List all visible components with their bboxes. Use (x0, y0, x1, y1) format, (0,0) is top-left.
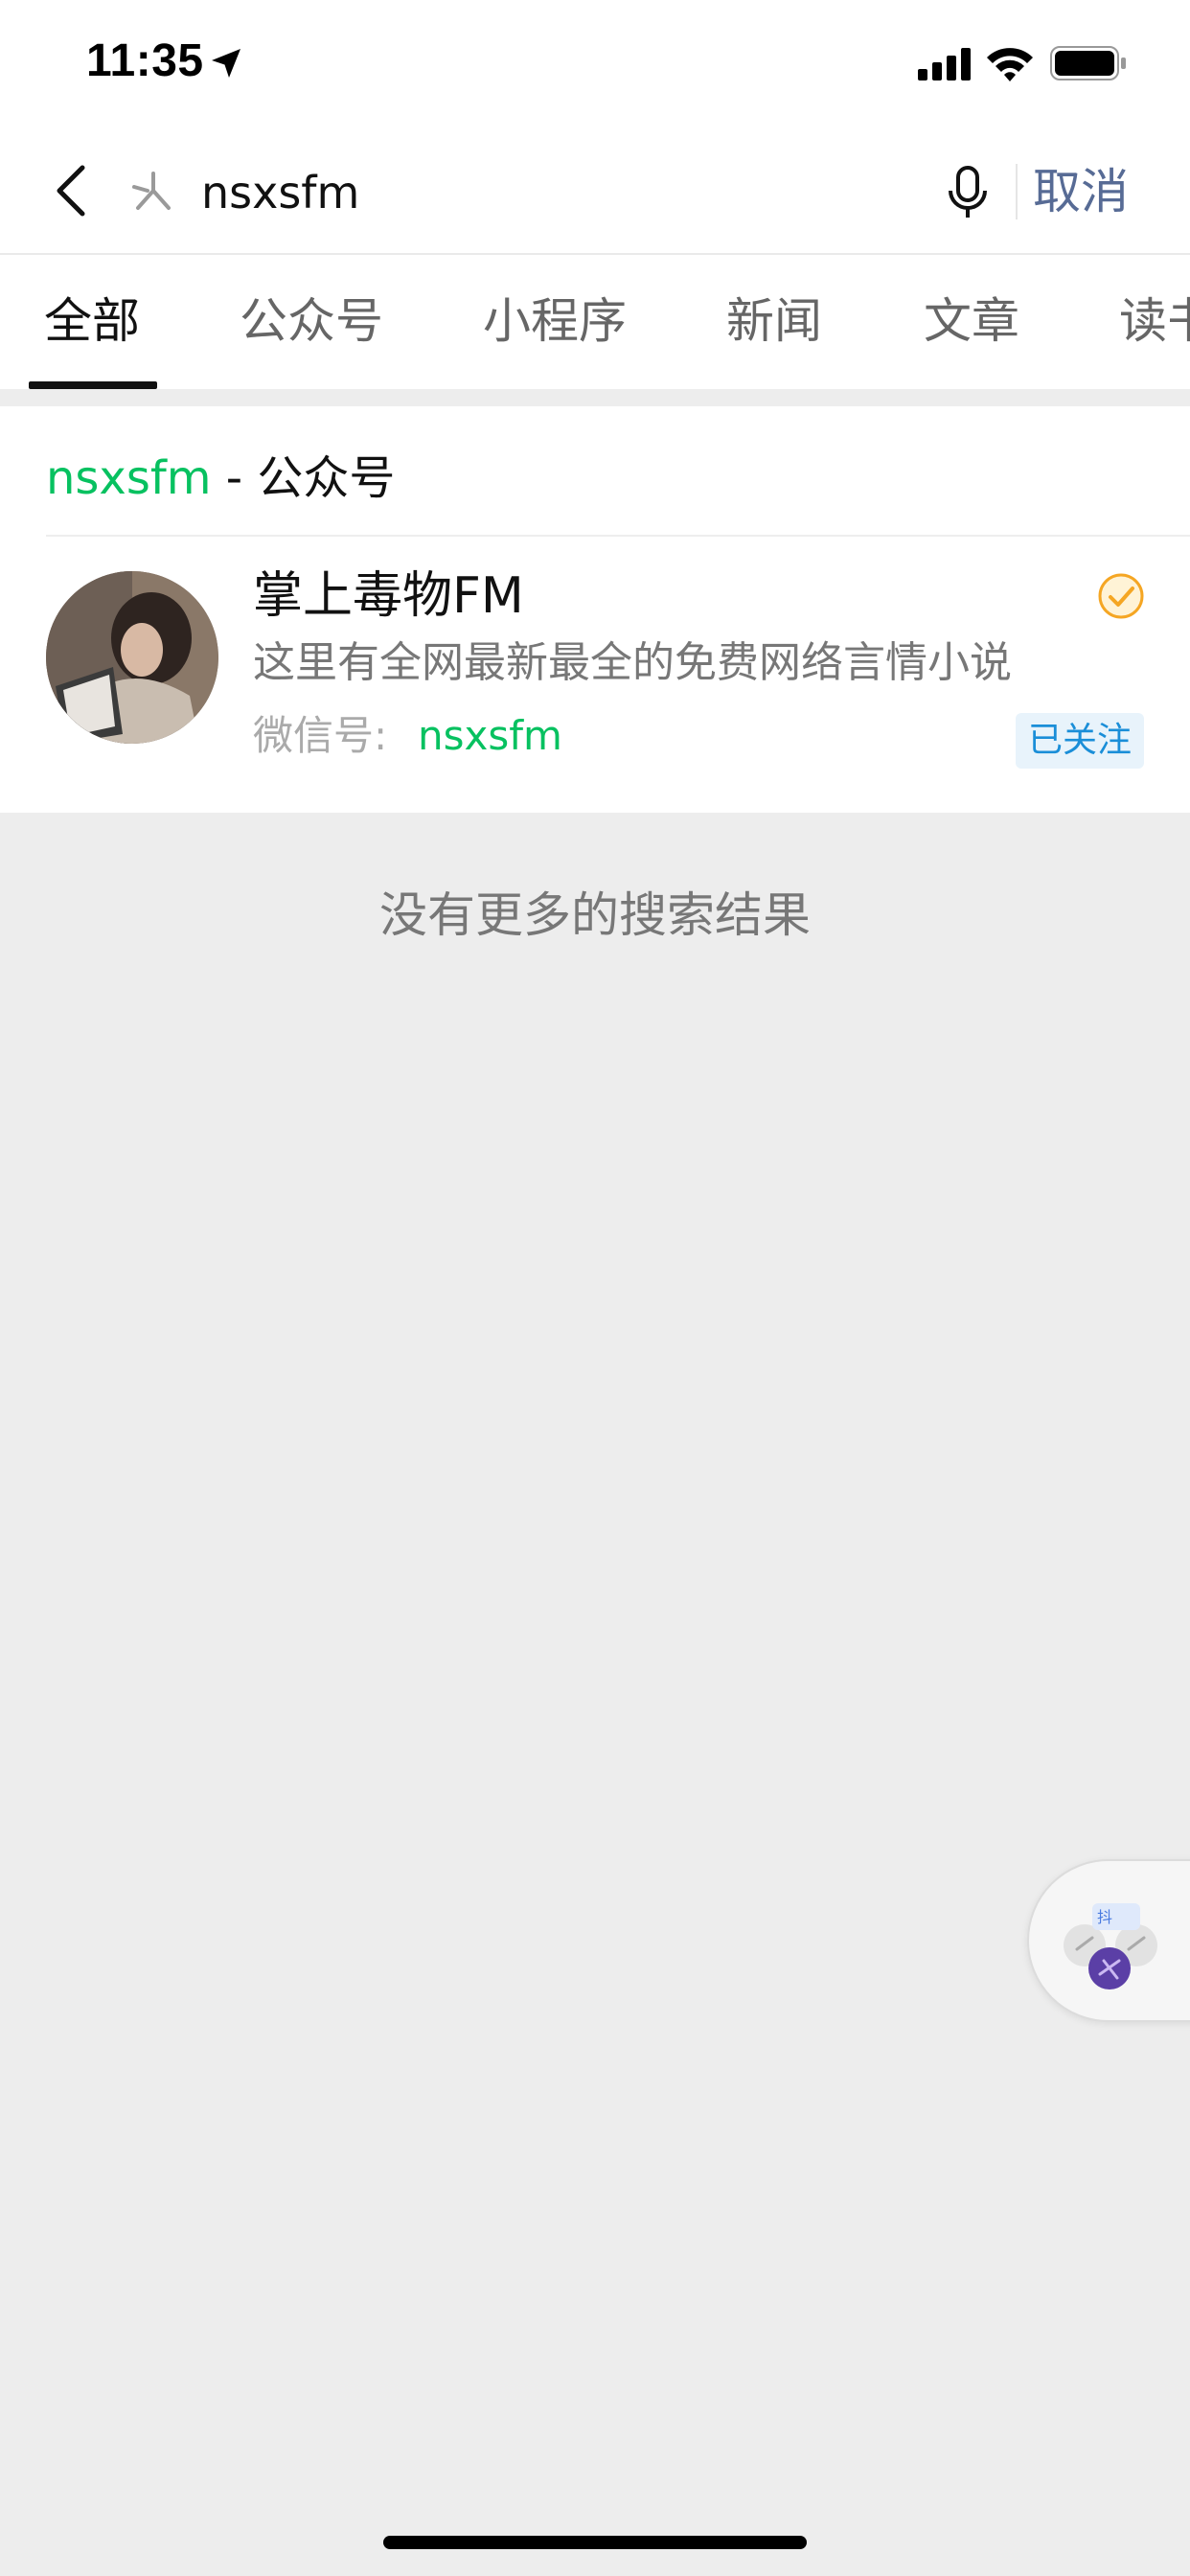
status-time: 11:35 (86, 35, 204, 86)
search-bar: 取消 (0, 129, 1190, 254)
wechat-id-value: nsxsfm (418, 712, 562, 759)
tab-articles[interactable]: 文章 (924, 288, 1019, 355)
account-name: 掌上毒物FM (253, 567, 524, 625)
floating-widget-icon: 抖 (1064, 1903, 1157, 1990)
cancel-button[interactable]: 取消 (1033, 158, 1129, 225)
section-keyword: nsxsfm (46, 451, 212, 505)
microphone-icon[interactable] (947, 162, 989, 223)
tab-news[interactable]: 新闻 (726, 288, 822, 355)
signal-icon (918, 48, 971, 80)
status-bar: 11:35 (0, 0, 1190, 129)
home-indicator (383, 2536, 807, 2549)
no-more-results-text: 没有更多的搜索结果 (379, 887, 811, 943)
search-logo-icon (132, 172, 171, 210)
section-type: - 公众号 (211, 451, 396, 505)
back-chevron-icon[interactable] (48, 160, 98, 221)
section-title: nsxsfm - 公众号 (46, 445, 395, 512)
account-result-item[interactable]: 掌上毒物FM 这里有全网最新最全的免费网络言情小说 微信号: nsxsfm 已关… (0, 537, 1190, 813)
category-tabs: 全部 公众号 小程序 新闻 文章 读书 (0, 255, 1190, 389)
followed-badge: 已关注 (1016, 713, 1144, 769)
battery-icon (1050, 46, 1126, 80)
section-gap (0, 389, 1190, 406)
wifi-icon (987, 48, 1033, 81)
active-tab-indicator (29, 381, 157, 389)
search-input[interactable] (201, 154, 929, 231)
verified-badge-icon (1098, 573, 1144, 619)
account-description: 这里有全网最新最全的免费网络言情小说 (253, 638, 1012, 687)
search-divider (1016, 164, 1018, 219)
tab-books[interactable]: 读书 (1119, 288, 1190, 355)
tab-official-accounts[interactable]: 公众号 (240, 288, 383, 355)
search-results-card: nsxsfm - 公众号 掌上毒物FM 这里有全网最新最全的免费网络言情小说 微… (0, 406, 1190, 813)
floating-widget[interactable]: 抖 (1027, 1859, 1190, 2022)
svg-text:抖: 抖 (1097, 1908, 1112, 1926)
location-arrow-icon (212, 49, 240, 78)
tab-all[interactable]: 全部 (44, 288, 140, 355)
tab-mini-programs[interactable]: 小程序 (483, 288, 627, 355)
wechat-id-label: 微信号: (253, 712, 388, 759)
account-avatar-image (46, 571, 218, 744)
